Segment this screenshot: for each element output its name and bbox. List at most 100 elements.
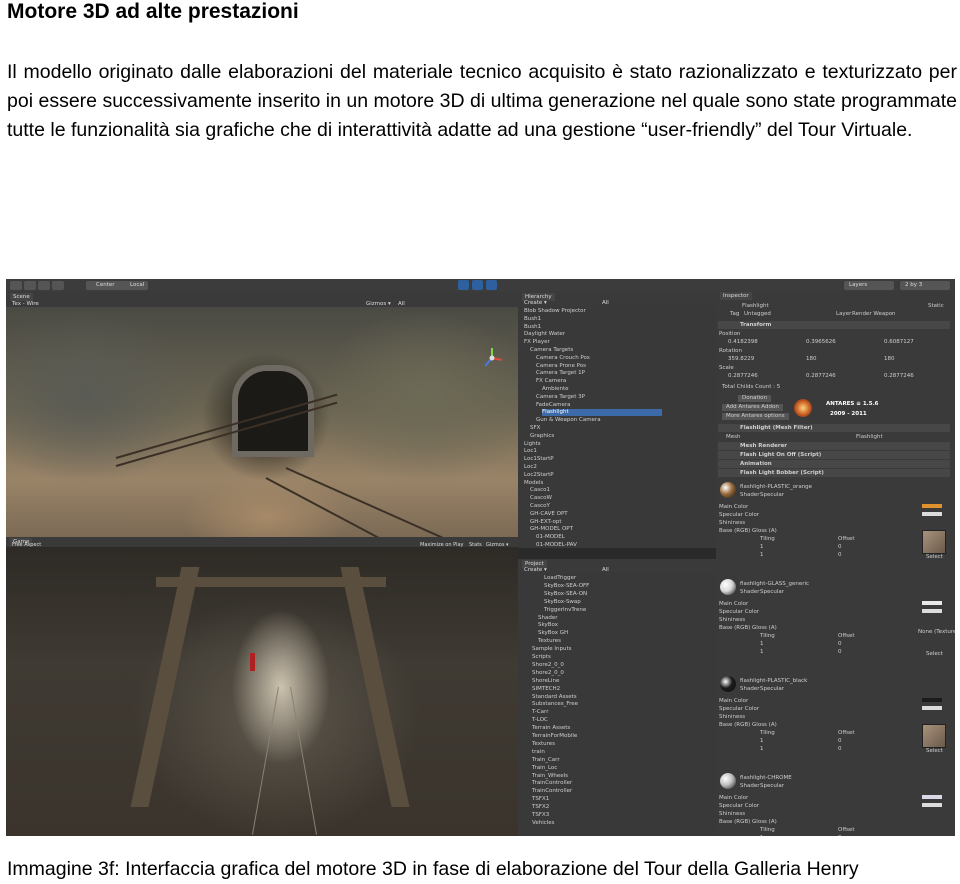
static-toggle[interactable]: Static bbox=[928, 303, 944, 310]
mesh-value[interactable]: Flashlight bbox=[856, 434, 883, 441]
hierarchy-item[interactable]: 01-MODEL bbox=[536, 534, 565, 541]
project-item[interactable]: TrainController bbox=[532, 788, 572, 795]
specular-color-swatch[interactable] bbox=[922, 512, 942, 516]
select-texture-button[interactable]: Select bbox=[926, 554, 943, 561]
project-item[interactable]: Shader bbox=[538, 615, 557, 622]
project-item[interactable]: ShoreLine bbox=[532, 678, 559, 685]
project-item[interactable]: TriggerInvTrene bbox=[544, 607, 586, 614]
hierarchy-item[interactable]: Loc2StartP bbox=[524, 472, 554, 479]
step-button[interactable] bbox=[486, 280, 497, 290]
select-texture-button[interactable]: Select bbox=[926, 651, 943, 658]
hierarchy-item[interactable]: FX Player bbox=[524, 339, 550, 346]
hierarchy-item[interactable]: Camera Crouch Pos bbox=[536, 355, 590, 362]
hierarchy-item[interactable]: Bush1 bbox=[524, 324, 541, 331]
pause-button[interactable] bbox=[472, 280, 483, 290]
project-item[interactable]: Train_Loc bbox=[532, 765, 557, 772]
rotate-tool-icon[interactable] bbox=[38, 281, 50, 290]
specular-color-swatch[interactable] bbox=[922, 803, 942, 807]
scale-z[interactable]: 0.2877246 bbox=[884, 373, 914, 380]
hierarchy-item[interactable]: FadeCamera bbox=[536, 402, 571, 409]
layer-dropdown[interactable]: Render Weapon bbox=[852, 311, 896, 318]
main-color-swatch[interactable] bbox=[922, 504, 942, 508]
hierarchy-item[interactable]: Gun & Weapon Camera bbox=[536, 417, 601, 424]
game-viewport[interactable] bbox=[6, 547, 518, 836]
hierarchy-item[interactable]: Graphics bbox=[530, 433, 554, 440]
tag-dropdown[interactable]: Untagged bbox=[744, 311, 771, 318]
hierarchy-item[interactable]: Blob Shadow Projector bbox=[524, 308, 586, 315]
hierarchy-item[interactable]: GH-MODEL OPT bbox=[530, 526, 573, 533]
project-item[interactable]: SkyBox-Swap bbox=[544, 599, 581, 606]
scene-viewport[interactable] bbox=[6, 307, 518, 573]
hierarchy-item[interactable]: Camera Target 3P bbox=[536, 394, 585, 401]
project-item[interactable]: Sample Inputs bbox=[532, 646, 571, 653]
more-antares-button[interactable]: More Antares options bbox=[722, 413, 789, 420]
shader-dropdown[interactable]: Specular bbox=[760, 589, 784, 596]
project-item[interactable]: T-Carr bbox=[532, 709, 548, 716]
hierarchy-item[interactable]: Bush1 bbox=[524, 316, 541, 323]
specular-color-swatch[interactable] bbox=[922, 609, 942, 613]
texture-thumbnail[interactable] bbox=[922, 724, 946, 748]
hierarchy-item[interactable]: Flashlight bbox=[542, 409, 662, 417]
project-item[interactable]: Standard Assets bbox=[532, 694, 577, 701]
hierarchy-item[interactable]: Ambiente bbox=[542, 386, 569, 393]
offset-x[interactable]: 0 bbox=[838, 738, 842, 745]
hierarchy-item[interactable]: GH-EXT-opt bbox=[530, 519, 561, 526]
shader-dropdown[interactable]: Specular bbox=[760, 492, 784, 499]
hand-tool-icon[interactable] bbox=[10, 281, 22, 290]
shader-dropdown[interactable]: Specular bbox=[760, 686, 784, 693]
project-item[interactable]: SkyBox-SEA-ON bbox=[544, 591, 587, 598]
project-item[interactable]: T-LOC bbox=[532, 717, 548, 724]
rotation-y[interactable]: 180 bbox=[806, 356, 817, 363]
rotation-x[interactable]: 359.8229 bbox=[728, 356, 754, 363]
position-y[interactable]: 0.3965626 bbox=[806, 339, 836, 346]
project-item[interactable]: TerrainForMobile bbox=[532, 733, 577, 740]
project-item[interactable]: Textures bbox=[532, 741, 555, 748]
hierarchy-item[interactable]: 01-MODEL-PAV bbox=[536, 542, 577, 549]
main-color-swatch[interactable] bbox=[922, 698, 942, 702]
hierarchy-item[interactable]: Models bbox=[524, 480, 543, 487]
offset-y[interactable]: 0 bbox=[838, 746, 842, 753]
specular-color-swatch[interactable] bbox=[922, 706, 942, 710]
hierarchy-item[interactable]: Lights bbox=[524, 441, 541, 448]
project-item[interactable]: TSFX3 bbox=[532, 812, 549, 819]
tiling-x[interactable]: 1 bbox=[760, 738, 764, 745]
hierarchy-item[interactable]: Casco1 bbox=[530, 487, 550, 494]
object-name[interactable]: Flashlight bbox=[742, 303, 769, 310]
hierarchy-item[interactable]: GH-CAVE OPT bbox=[530, 511, 568, 518]
tiling-y[interactable]: 1 bbox=[760, 552, 764, 559]
project-item[interactable]: Shore2_0_0 bbox=[532, 670, 564, 677]
project-item[interactable]: Textures bbox=[538, 638, 561, 645]
project-item[interactable]: LoadTrigger bbox=[544, 575, 576, 582]
hierarchy-item[interactable]: SFX bbox=[530, 425, 540, 432]
project-item[interactable]: SkyBox GH bbox=[538, 630, 568, 637]
hierarchy-item[interactable]: Camera Prone Pos bbox=[536, 363, 586, 370]
project-item[interactable]: SkyBox bbox=[538, 622, 558, 629]
project-item[interactable]: Substances_Free bbox=[532, 701, 578, 708]
project-item[interactable]: SIMTECH2 bbox=[532, 686, 560, 693]
project-item[interactable]: TSFX1 bbox=[532, 796, 549, 803]
offset-x[interactable]: 0 bbox=[838, 835, 842, 836]
scale-x[interactable]: 0.2877246 bbox=[728, 373, 758, 380]
position-x[interactable]: 0.4182398 bbox=[728, 339, 758, 346]
hierarchy-item[interactable]: Daylight Water bbox=[524, 331, 565, 338]
texture-thumbnail[interactable] bbox=[922, 530, 946, 554]
project-item[interactable]: Vehicles bbox=[532, 820, 555, 827]
project-item[interactable]: train bbox=[532, 749, 545, 756]
offset-y[interactable]: 0 bbox=[838, 649, 842, 656]
project-item[interactable]: TSFX2 bbox=[532, 804, 549, 811]
offset-y[interactable]: 0 bbox=[838, 552, 842, 559]
main-color-swatch[interactable] bbox=[922, 795, 942, 799]
hierarchy-item[interactable]: CascoW bbox=[530, 495, 552, 502]
position-z[interactable]: 0.6087127 bbox=[884, 339, 914, 346]
hierarchy-item[interactable]: CascoY bbox=[530, 503, 550, 510]
shader-dropdown[interactable]: Specular bbox=[760, 783, 784, 790]
donation-button[interactable]: Donation bbox=[738, 395, 771, 402]
hierarchy-item[interactable]: Loc2 bbox=[524, 464, 537, 471]
main-color-swatch[interactable] bbox=[922, 601, 942, 605]
tab-inspector[interactable]: Inspector bbox=[720, 292, 752, 300]
add-antares-button[interactable]: Add Antares Addon bbox=[722, 404, 783, 411]
scale-y[interactable]: 0.2877246 bbox=[806, 373, 836, 380]
offset-x[interactable]: 0 bbox=[838, 641, 842, 648]
project-item[interactable]: Train_Carr bbox=[532, 757, 560, 764]
hierarchy-item[interactable]: Loc1 bbox=[524, 448, 537, 455]
